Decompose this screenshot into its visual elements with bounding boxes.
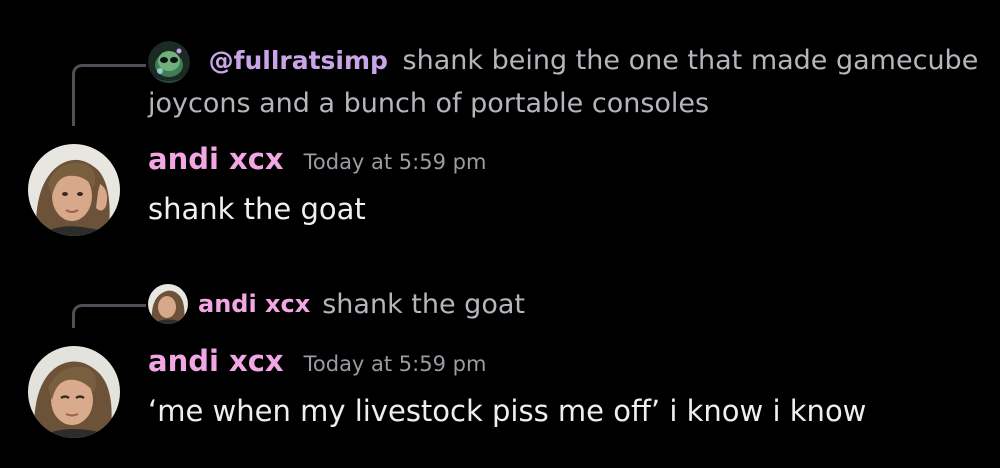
message-2: andi xcx shank the goat andi xcx Today a…: [0, 250, 1000, 468]
reply-text: shank the goat: [322, 288, 525, 320]
message-1: @fullratsimp shank being the one that ma…: [0, 0, 1000, 250]
message-content: shank the goat: [148, 192, 366, 226]
reply-connector: [72, 64, 146, 126]
user-photo-avatar-icon: [28, 346, 120, 438]
green-alien-avatar-icon[interactable]: [148, 40, 190, 83]
author-name[interactable]: andi xcx: [148, 344, 284, 378]
avatar[interactable]: [28, 346, 120, 438]
message-header: andi xcx Today at 5:59 pm: [148, 142, 486, 176]
avatar[interactable]: [28, 144, 120, 236]
reply-preview[interactable]: @fullratsimp shank being the one that ma…: [148, 40, 988, 125]
message-content: ‘me when my livestock piss me off’ i kno…: [148, 394, 867, 428]
reply-author[interactable]: andi xcx: [198, 290, 310, 318]
reply-preview[interactable]: andi xcx shank the goat: [148, 284, 525, 324]
reply-connector: [72, 304, 146, 328]
user-photo-avatar-icon[interactable]: [148, 284, 188, 324]
reply-mention[interactable]: @fullratsimp: [209, 46, 388, 75]
message-header: andi xcx Today at 5:59 pm: [148, 344, 486, 378]
author-name[interactable]: andi xcx: [148, 142, 284, 176]
timestamp[interactable]: Today at 5:59 pm: [304, 352, 487, 376]
user-photo-avatar-icon: [28, 144, 120, 236]
timestamp[interactable]: Today at 5:59 pm: [304, 150, 487, 174]
